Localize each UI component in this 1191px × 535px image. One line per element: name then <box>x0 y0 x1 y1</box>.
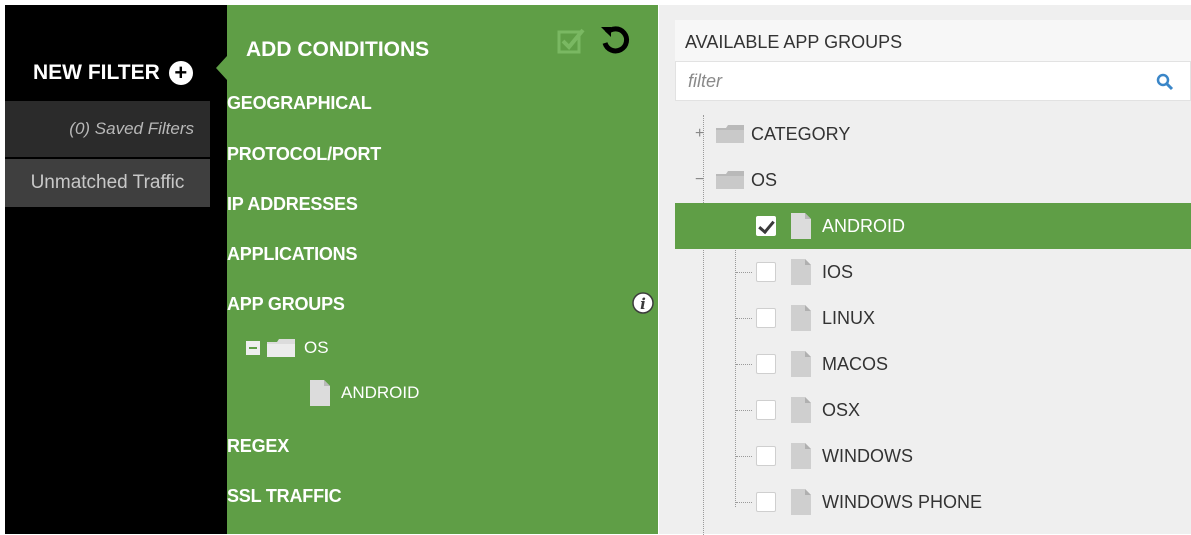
condition-geographical[interactable]: GEOGRAPHICAL <box>227 93 372 114</box>
active-pointer-notch <box>216 56 227 80</box>
reset-icon[interactable] <box>598 23 632 57</box>
new-filter-label: NEW FILTER <box>33 61 160 84</box>
app-groups-os-label: OS <box>304 338 329 357</box>
osx-label: OSX <box>822 399 861 420</box>
tree-guide-line <box>736 364 752 365</box>
condition-app-groups[interactable]: APP GROUPS <box>227 294 345 315</box>
saved-filters-label: (0) Saved Filters <box>69 119 194 138</box>
android-checkbox[interactable] <box>756 216 776 236</box>
linux-checkbox[interactable] <box>756 308 776 328</box>
plus-circle-icon: + <box>168 61 193 85</box>
tree-guide-line <box>736 456 752 457</box>
tree-guide-line <box>736 502 752 503</box>
windows-phone-checkbox[interactable] <box>756 492 776 512</box>
tree-category-node[interactable]: + CATEGORY <box>675 111 1191 157</box>
filter-input[interactable] <box>675 61 1191 101</box>
tree-guide-line <box>736 272 752 273</box>
add-conditions-title: ADD CONDITIONS <box>246 38 430 61</box>
tree-guide-line <box>736 410 752 411</box>
unmatched-traffic-item[interactable]: Unmatched Traffic <box>5 159 210 207</box>
windows-checkbox[interactable] <box>756 446 776 466</box>
filter-sidebar: NEW FILTER + (0) Saved Filters Unmatched… <box>5 5 227 534</box>
condition-regex[interactable]: REGEX <box>227 436 289 457</box>
windows-phone-label: WINDOWS PHONE <box>822 491 982 512</box>
tree-os-node[interactable]: − OS <box>675 157 1191 203</box>
collapse-icon[interactable]: − <box>695 171 715 189</box>
category-label: CATEGORY <box>751 123 851 144</box>
ios-checkbox[interactable] <box>756 262 776 282</box>
macos-checkbox[interactable] <box>756 354 776 374</box>
add-conditions-panel: ADD CONDITIONS GEOGRAPHICAL PROTOCOL/POR… <box>227 5 658 534</box>
file-icon <box>791 351 811 377</box>
condition-ssl-traffic[interactable]: SSL TRAFFIC <box>227 486 342 507</box>
app-group-row-windows[interactable]: WINDOWS <box>675 433 1191 479</box>
macos-label: MACOS <box>822 353 889 374</box>
new-filter-button[interactable]: NEW FILTER + <box>5 47 227 99</box>
condition-ip-addresses[interactable]: IP ADDRESSES <box>227 194 358 215</box>
expand-icon[interactable]: + <box>695 125 715 143</box>
app-group-row-macos[interactable]: MACOS <box>675 341 1191 387</box>
app-groups-android-node[interactable]: ANDROID <box>309 379 419 407</box>
app-group-row-osx[interactable]: OSX <box>675 387 1191 433</box>
folder-icon <box>716 125 744 143</box>
available-app-groups-header: AVAILABLE APP GROUPS <box>675 20 1191 65</box>
app-group-row-windows-phone[interactable]: WINDOWS PHONE <box>675 479 1191 525</box>
folder-icon <box>716 171 744 189</box>
file-icon <box>791 443 811 469</box>
file-icon <box>310 380 330 406</box>
file-icon <box>791 397 811 423</box>
folder-icon <box>267 339 295 357</box>
osx-checkbox[interactable] <box>756 400 776 420</box>
app-group-row-linux[interactable]: LINUX <box>675 295 1191 341</box>
file-icon <box>791 213 811 239</box>
search-icon[interactable] <box>1155 72 1175 92</box>
collapse-icon[interactable] <box>246 341 260 355</box>
unmatched-traffic-label: Unmatched Traffic <box>30 172 185 193</box>
available-app-groups-panel: AVAILABLE APP GROUPS + CATEGORY − OS AND… <box>659 5 1191 535</box>
android-label: ANDROID <box>822 215 906 236</box>
checkbox-check-icon[interactable] <box>557 26 585 54</box>
app-groups-android-label: ANDROID <box>341 383 420 402</box>
app-group-row-ios[interactable]: IOS <box>675 249 1191 295</box>
tree-guide-line <box>736 318 752 319</box>
file-icon <box>791 489 811 515</box>
windows-label: WINDOWS <box>822 445 913 466</box>
condition-applications[interactable]: APPLICATIONS <box>227 244 357 265</box>
app-groups-os-node[interactable]: OS <box>246 337 329 359</box>
info-icon[interactable]: i <box>631 291 655 315</box>
os-label: OS <box>751 169 778 190</box>
ios-label: IOS <box>822 261 854 282</box>
condition-protocol-port[interactable]: PROTOCOL/PORT <box>227 144 381 165</box>
file-icon <box>791 305 811 331</box>
app-group-row-android[interactable]: ANDROID <box>675 203 1191 249</box>
linux-label: LINUX <box>822 307 876 328</box>
file-icon <box>791 259 811 285</box>
saved-filters-item[interactable]: (0) Saved Filters <box>5 101 210 157</box>
svg-text:i: i <box>640 295 646 313</box>
